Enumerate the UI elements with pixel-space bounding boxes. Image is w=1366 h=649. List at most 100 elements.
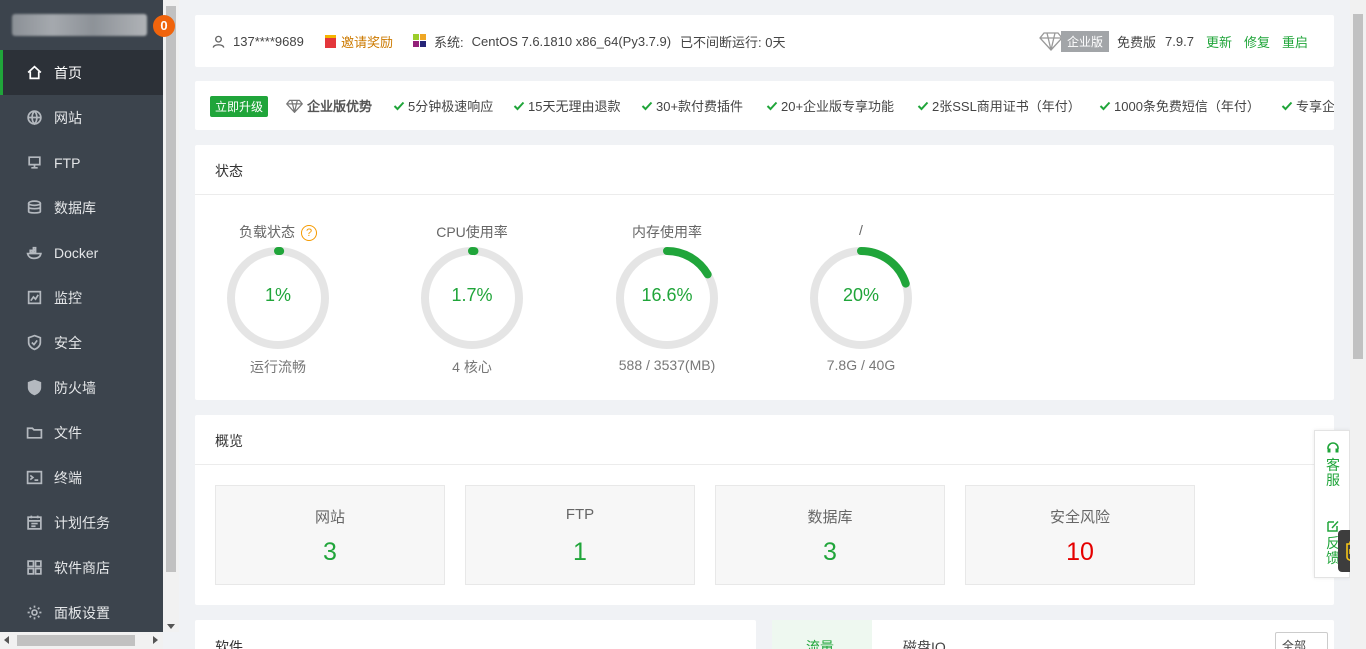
tab-disk-io[interactable]: 磁盘IO	[903, 637, 946, 649]
sidebar-item-label: 面板设置	[54, 604, 110, 621]
user-account[interactable]: 137****9689	[211, 34, 304, 49]
sidebar-horizontal-scrollbar[interactable]	[0, 632, 163, 649]
edition-label: 免费版	[1117, 34, 1157, 50]
sidebar-item-firewall[interactable]: 防火墙	[0, 365, 163, 410]
gauge-value: 16.6%	[641, 285, 693, 305]
home-icon	[27, 65, 42, 80]
overview-label: FTP	[565, 506, 595, 523]
update-button[interactable]: 更新	[1206, 32, 1232, 51]
help-icon[interactable]: ?	[301, 225, 317, 242]
promo-feature: 专享企	[1281, 96, 1334, 115]
firewall-icon	[27, 379, 42, 396]
gauge-load[interactable]: 负载状态? 1% 运行流畅	[198, 195, 358, 395]
gauge-title: CPU使用率	[436, 224, 508, 240]
scroll-left-arrow-icon[interactable]	[4, 636, 9, 644]
sidebar-item-store[interactable]: 软件商店	[0, 545, 163, 590]
customer-service-button[interactable]: 客服	[1315, 441, 1351, 488]
gauge-disk[interactable]: / 20% 7.8G / 40G	[781, 195, 941, 395]
overview-panel: 概览 网站 3 FTP 1 数据库 3 安全风险 10	[195, 415, 1334, 605]
feature-text: 2张SSL商用证书（年付）	[932, 99, 1081, 114]
tab-traffic[interactable]: 流量	[772, 620, 872, 649]
scroll-right-arrow-icon[interactable]	[153, 636, 158, 644]
sidebar-item-label: 终端	[54, 469, 82, 486]
gauge-value: 20%	[842, 285, 880, 305]
overview-ftp[interactable]: FTP 1	[465, 485, 695, 585]
overview-count: 3	[323, 538, 337, 566]
user-phone: 137****9689	[233, 33, 304, 49]
user-icon	[212, 35, 225, 48]
version-number: 7.9.7	[1165, 33, 1194, 49]
overview-label: 数据库	[807, 509, 853, 526]
gauge-memory[interactable]: 内存使用率 16.6% 588 / 3537(MB)	[587, 195, 747, 395]
sidebar-item-files[interactable]: 文件	[0, 410, 163, 455]
uptime-text: 已不间断运行: 0天	[680, 34, 786, 50]
sidebar-item-label: 防火墙	[54, 379, 96, 396]
enterprise-promo-bar: 立即升级 企业版优势 5分钟极速响应 15天无理由退款 30+款付费插件 20+…	[195, 81, 1334, 130]
divider	[195, 194, 1334, 195]
repair-button[interactable]: 修复	[1244, 32, 1270, 51]
gauge-subtext: 运行流畅	[250, 359, 306, 375]
grid-icon	[27, 560, 42, 575]
sidebar-item-label: 数据库	[54, 199, 96, 216]
sidebar-item-home[interactable]: 首页	[0, 50, 163, 95]
gauge-title-text: 负载状态	[239, 224, 295, 240]
gauge-title: /	[859, 222, 863, 238]
invite-label: 邀请奖励	[341, 34, 394, 50]
software-title: 软件	[215, 639, 243, 649]
sidebar-item-security[interactable]: 安全	[0, 320, 163, 365]
folder-icon	[26, 427, 43, 439]
status-title: 状态	[215, 163, 243, 179]
gauge-subtext: 7.8G / 40G	[826, 357, 896, 373]
gauge-subtext: 4 核心	[452, 359, 492, 375]
scroll-thumb[interactable]	[1353, 14, 1363, 359]
check-icon	[766, 101, 778, 110]
sidebar-vertical-scrollbar[interactable]	[163, 0, 179, 632]
server-ip-blurred	[12, 14, 147, 36]
sidebar-item-cron[interactable]: 计划任务	[0, 500, 163, 545]
promo-title: 企业版优势	[286, 96, 372, 115]
sidebar-item-monitor[interactable]: 监控	[0, 275, 163, 320]
globe-icon	[27, 110, 42, 126]
overview-label: 网站	[314, 509, 345, 526]
database-icon	[27, 200, 42, 214]
check-icon	[1281, 101, 1293, 110]
overview-databases[interactable]: 数据库 3	[715, 485, 945, 585]
overview-websites[interactable]: 网站 3	[215, 485, 445, 585]
promo-feature: 5分钟极速响应	[393, 96, 493, 115]
scroll-thumb[interactable]	[166, 6, 176, 572]
restart-button[interactable]: 重启	[1282, 32, 1308, 51]
sidebar-item-docker[interactable]: Docker	[0, 230, 163, 275]
interface-select[interactable]: 全部	[1275, 632, 1328, 649]
ftp-icon	[28, 156, 41, 169]
scroll-thumb[interactable]	[17, 635, 135, 646]
gauge-cpu[interactable]: CPU使用率 1.7% 4 核心	[392, 195, 552, 395]
centos-icon	[413, 34, 427, 48]
invite-reward-link[interactable]: 邀请奖励	[325, 32, 393, 51]
sidebar-item-label: 首页	[54, 64, 82, 81]
sidebar-item-database[interactable]: 数据库	[0, 185, 163, 230]
sidebar: 首页 网站 FTP 数据库 Docker 监控 安全 防火墙 文件 终端 计划任…	[0, 0, 163, 649]
gauge-title: 负载状态?	[198, 222, 358, 242]
promo-feature: 20+企业版专享功能	[766, 96, 894, 115]
sidebar-item-terminal[interactable]: 终端	[0, 455, 163, 500]
sidebar-item-ftp[interactable]: FTP	[0, 140, 163, 185]
overview-count: 1	[573, 538, 587, 566]
gear-icon	[27, 605, 42, 620]
sidebar-item-website[interactable]: 网站	[0, 95, 163, 140]
traffic-panel: 流量 磁盘IO 全部	[772, 620, 1334, 649]
sidebar-header	[0, 0, 163, 50]
notification-badge[interactable]: 0	[153, 15, 175, 37]
enterprise-label: 企业版	[1061, 30, 1110, 52]
main-vertical-scrollbar[interactable]	[1350, 0, 1366, 649]
feature-text: 1000条免费短信（年付）	[1114, 99, 1260, 114]
gauge-subtext: 588 / 3537(MB)	[618, 357, 716, 373]
sidebar-item-label: Docker	[54, 244, 99, 261]
upgrade-now-button[interactable]: 立即升级	[210, 96, 269, 117]
software-panel: 软件	[195, 620, 756, 649]
sidebar-item-settings[interactable]: 面板设置	[0, 590, 163, 635]
overview-security-risks[interactable]: 安全风险 10	[965, 485, 1195, 585]
terminal-icon	[26, 470, 43, 485]
enterprise-tag[interactable]: 企业版	[1039, 30, 1110, 52]
overview-label: 安全风险	[1049, 509, 1110, 526]
scroll-down-arrow-icon[interactable]	[167, 624, 175, 629]
